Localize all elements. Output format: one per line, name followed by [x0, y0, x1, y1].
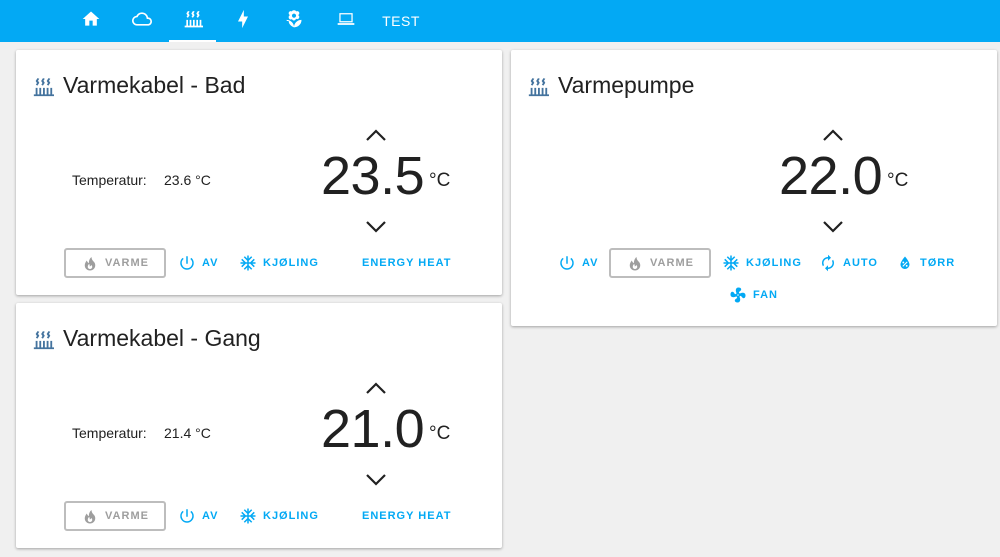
mode-label: KJØLING	[263, 257, 319, 269]
mode-label: VARME	[650, 257, 694, 269]
mode-av-button[interactable]: AV	[558, 248, 598, 278]
increase-target-button[interactable]	[821, 125, 845, 143]
fire-icon	[84, 510, 96, 524]
fire-icon	[84, 257, 96, 271]
tab-test-label: TEST	[382, 13, 420, 29]
tab-heating[interactable]	[169, 0, 216, 42]
mode-kjoling-button[interactable]: KJØLING	[239, 248, 319, 278]
card-title: Varmekabel - Bad	[63, 72, 246, 98]
mode-label: KJØLING	[746, 257, 802, 269]
radiator-icon	[183, 9, 203, 34]
current-temperature-value: 21.4 °C	[164, 425, 211, 441]
power-icon	[560, 256, 574, 270]
autorenew-icon	[822, 254, 834, 272]
thermostat-card-gang: Varmekabel - Gang Temperatur: 21.4 °C 21…	[16, 303, 502, 548]
mode-label: AV	[202, 510, 219, 522]
decrease-target-button[interactable]	[364, 218, 388, 236]
snowflake-icon	[240, 255, 256, 271]
mode-torr-button[interactable]: TØRR	[896, 248, 955, 278]
current-temperature-label: Temperatur:	[72, 172, 147, 188]
mode-label: AV	[582, 257, 599, 269]
mode-label: TØRR	[920, 257, 956, 269]
mode-label: KJØLING	[263, 510, 319, 522]
chevron-up-icon	[366, 382, 386, 394]
mode-energy-heat-button[interactable]: ENERGY HEAT	[362, 248, 451, 278]
mode-label: ENERGY HEAT	[362, 257, 452, 269]
decrease-target-button[interactable]	[821, 218, 845, 236]
fire-icon	[629, 257, 641, 271]
mode-energy-heat-button[interactable]: ENERGY HEAT	[362, 501, 451, 531]
increase-target-button[interactable]	[364, 378, 388, 396]
snowflake-icon	[723, 255, 739, 271]
target-temperature: 22.0	[779, 146, 883, 206]
chevron-up-icon	[823, 129, 843, 141]
current-temperature-value: 23.6 °C	[164, 172, 211, 188]
radiator-icon	[32, 329, 54, 351]
chevron-down-icon	[823, 221, 843, 233]
fan-icon	[730, 287, 746, 303]
target-temperature: 23.5	[321, 146, 425, 206]
radiator-icon	[32, 76, 54, 98]
thermostat-card-varmepumpe: Varmepumpe 22.0 °C AV VARME KJØLING AUTO…	[511, 50, 997, 326]
mode-av-button[interactable]: AV	[178, 248, 218, 278]
temperature-unit: °C	[429, 170, 451, 191]
mode-fan-button[interactable]: FAN	[729, 280, 778, 310]
decrease-target-button[interactable]	[364, 471, 388, 489]
mode-label: VARME	[105, 257, 149, 269]
mode-label: ENERGY HEAT	[362, 510, 452, 522]
temperature-unit: °C	[429, 423, 451, 444]
current-temperature-label: Temperatur:	[72, 425, 147, 441]
power-icon	[180, 509, 194, 523]
mode-varme-button[interactable]: VARME	[609, 248, 711, 278]
mode-label: VARME	[105, 510, 149, 522]
lightning-icon	[233, 9, 253, 34]
tab-garden[interactable]	[278, 0, 310, 42]
mode-varme-button[interactable]: VARME	[64, 501, 166, 531]
mode-label: FAN	[753, 289, 778, 301]
mode-kjoling-button[interactable]: KJØLING	[239, 501, 319, 531]
mode-kjoling-button[interactable]: KJØLING	[722, 248, 802, 278]
tab-test[interactable]: TEST	[378, 0, 424, 42]
mode-label: AUTO	[843, 257, 878, 269]
mode-auto-button[interactable]: AUTO	[819, 248, 878, 278]
radiator-icon	[527, 76, 549, 98]
top-app-bar: TEST	[0, 0, 1000, 42]
card-title: Varmekabel - Gang	[63, 325, 261, 351]
tab-home[interactable]	[72, 0, 110, 42]
thermostat-card-bad: Varmekabel - Bad Temperatur: 23.6 °C 23.…	[16, 50, 502, 295]
cloud-icon	[132, 9, 152, 34]
home-icon	[81, 9, 101, 34]
mode-av-button[interactable]: AV	[178, 501, 218, 531]
laptop-icon	[336, 9, 356, 34]
power-icon	[180, 256, 194, 270]
card-title: Varmepumpe	[558, 72, 695, 98]
flower-icon	[284, 9, 304, 34]
temperature-unit: °C	[887, 170, 909, 191]
water-percent-icon	[900, 256, 910, 269]
chevron-up-icon	[366, 129, 386, 141]
chevron-down-icon	[366, 221, 386, 233]
chevron-down-icon	[366, 474, 386, 486]
tab-weather[interactable]	[122, 0, 162, 42]
target-temperature: 21.0	[321, 399, 425, 459]
snowflake-icon	[240, 508, 256, 524]
tab-energy[interactable]	[228, 0, 258, 42]
increase-target-button[interactable]	[364, 125, 388, 143]
mode-label: AV	[202, 257, 219, 269]
tab-computer[interactable]	[330, 0, 362, 42]
mode-varme-button[interactable]: VARME	[64, 248, 166, 278]
